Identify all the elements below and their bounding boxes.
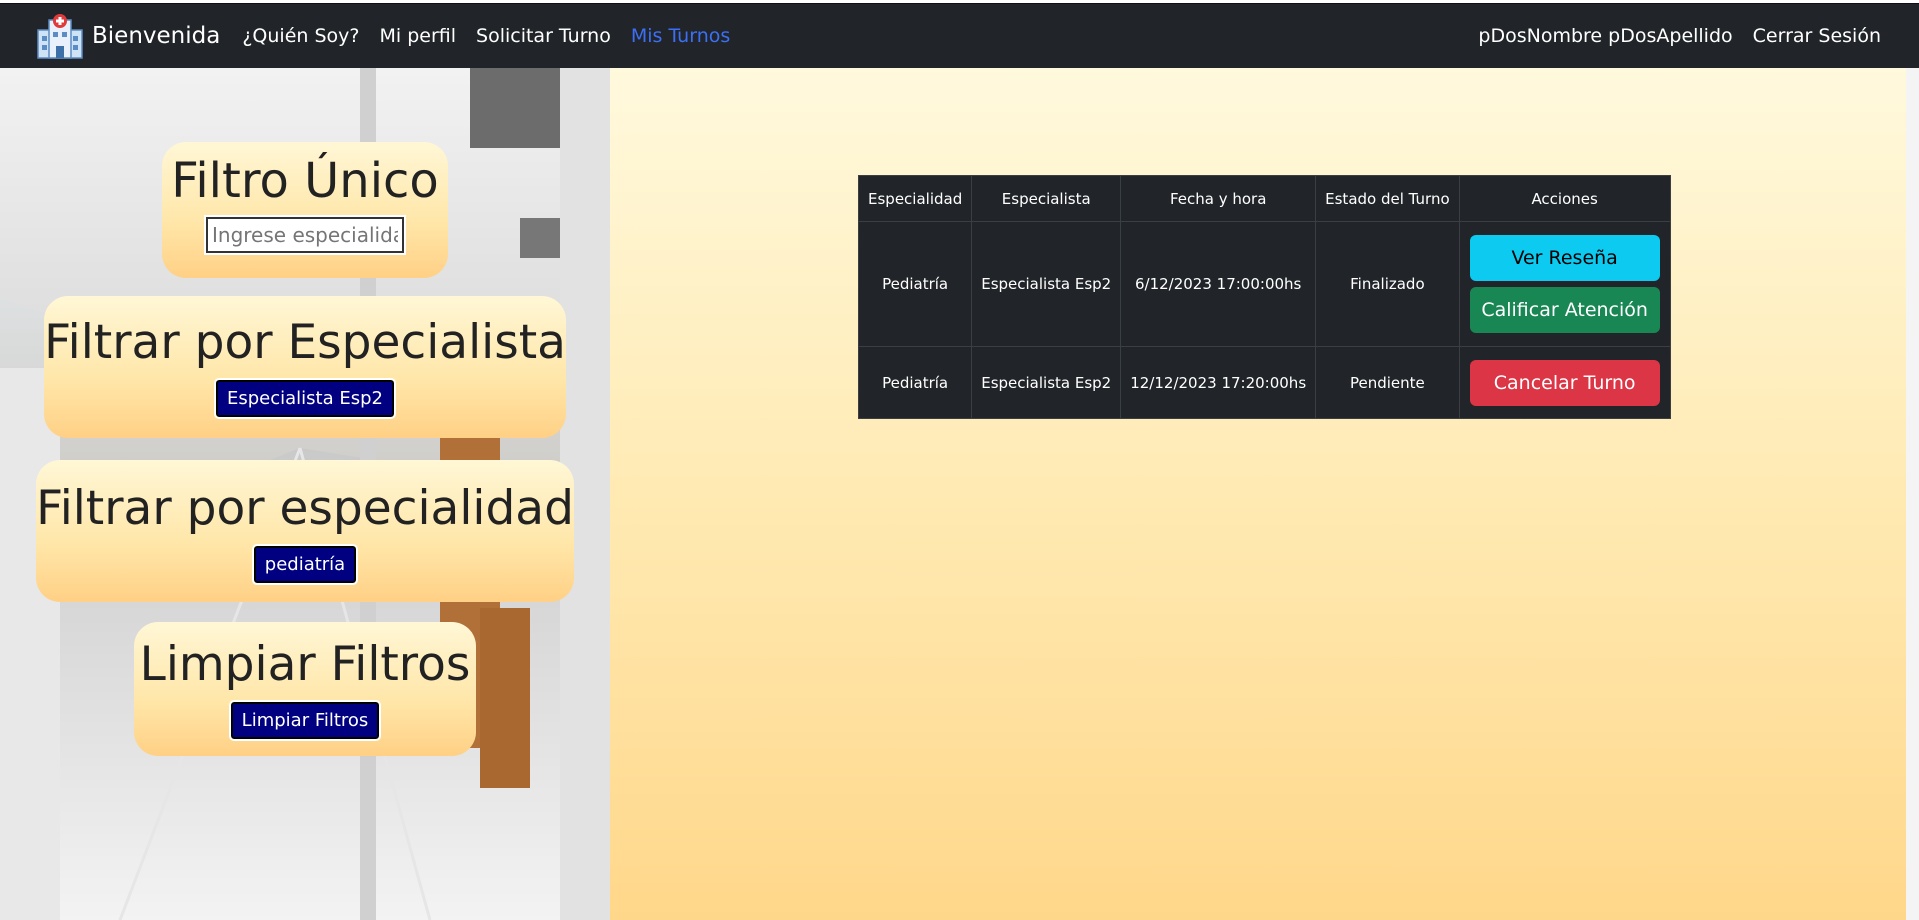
cell-acciones: Cancelar Turno [1458, 346, 1671, 419]
cell-fecha: 6/12/2023 17:00:00hs [1120, 221, 1317, 347]
nav-right: pDosNombre pDosApellido Cerrar Sesión [1458, 25, 1881, 47]
filter-limpiar-title: Limpiar Filtros [139, 637, 471, 692]
cell-especialidad: Pediatría [857, 346, 973, 419]
clear-filters-button[interactable]: Limpiar Filtros [228, 700, 382, 742]
table-header-row: Especialidad Especialista Fecha y hora E… [857, 175, 1671, 222]
specialty-filter-button[interactable]: pediatría [251, 544, 359, 586]
brand-label: Bienvenida [92, 23, 221, 49]
nav-link-quien-soy[interactable]: ¿Quién Soy? [242, 25, 359, 47]
nav-link-mi-perfil[interactable]: Mi perfil [379, 25, 456, 47]
nav-link-mis-turnos[interactable]: Mis Turnos [631, 25, 730, 47]
cell-especialista: Especialista Esp2 [971, 221, 1122, 347]
header-acciones: Acciones [1458, 175, 1671, 222]
appointments-table: Especialidad Especialista Fecha y hora E… [857, 175, 1671, 419]
rate-attention-button[interactable]: Calificar Atención [1469, 287, 1660, 333]
cell-especialidad: Pediatría [857, 221, 973, 347]
header-especialidad: Especialidad [857, 175, 973, 222]
cancel-appointment-button[interactable]: Cancelar Turno [1469, 359, 1660, 406]
nav-link-solicitar-turno[interactable]: Solicitar Turno [476, 25, 611, 47]
filter-especialista-title: Filtrar por Especialista [44, 315, 566, 370]
logout-link[interactable]: Cerrar Sesión [1753, 25, 1881, 47]
main-content: Especialidad Especialista Fecha y hora E… [610, 68, 1906, 920]
navbar: Bienvenida ¿Quién Soy? Mi perfil Solicit… [0, 3, 1919, 68]
table-row: Pediatría Especialista Esp2 6/12/2023 17… [857, 221, 1671, 347]
table-row: Pediatría Especialista Esp2 12/12/2023 1… [857, 346, 1671, 419]
nav-links: ¿Quién Soy? Mi perfil Solicitar Turno Mi… [242, 25, 750, 47]
navbar-brand[interactable]: Bienvenida [32, 12, 220, 60]
filter-card-unico: Filtro Único [162, 142, 448, 278]
specialty-search-input[interactable] [204, 215, 406, 256]
filter-card-especialidad: Filtrar por especialidad pediatría [36, 460, 574, 602]
hospital-icon [32, 12, 88, 60]
user-name-link[interactable]: pDosNombre pDosApellido [1478, 25, 1732, 47]
cell-especialista: Especialista Esp2 [971, 346, 1122, 419]
header-fecha: Fecha y hora [1120, 175, 1317, 222]
filter-card-limpiar: Limpiar Filtros Limpiar Filtros [134, 622, 476, 756]
header-especialista: Especialista [971, 175, 1122, 222]
right-edge [1906, 68, 1919, 920]
filters-panel: Filtro Único Filtrar por Especialista Es… [0, 68, 610, 920]
filter-card-especialista: Filtrar por Especialista Especialista Es… [44, 296, 566, 438]
header-estado: Estado del Turno [1315, 175, 1460, 222]
view-review-button[interactable]: Ver Reseña [1469, 235, 1660, 281]
cell-fecha: 12/12/2023 17:20:00hs [1120, 346, 1317, 419]
filter-especialidad-title: Filtrar por especialidad [36, 481, 574, 536]
cell-estado: Finalizado [1315, 221, 1460, 347]
cell-estado: Pendiente [1315, 346, 1460, 419]
specialist-filter-button[interactable]: Especialista Esp2 [214, 378, 396, 420]
cell-acciones: Ver Reseña Calificar Atención [1458, 221, 1671, 347]
filter-unico-title: Filtro Único [171, 153, 439, 209]
